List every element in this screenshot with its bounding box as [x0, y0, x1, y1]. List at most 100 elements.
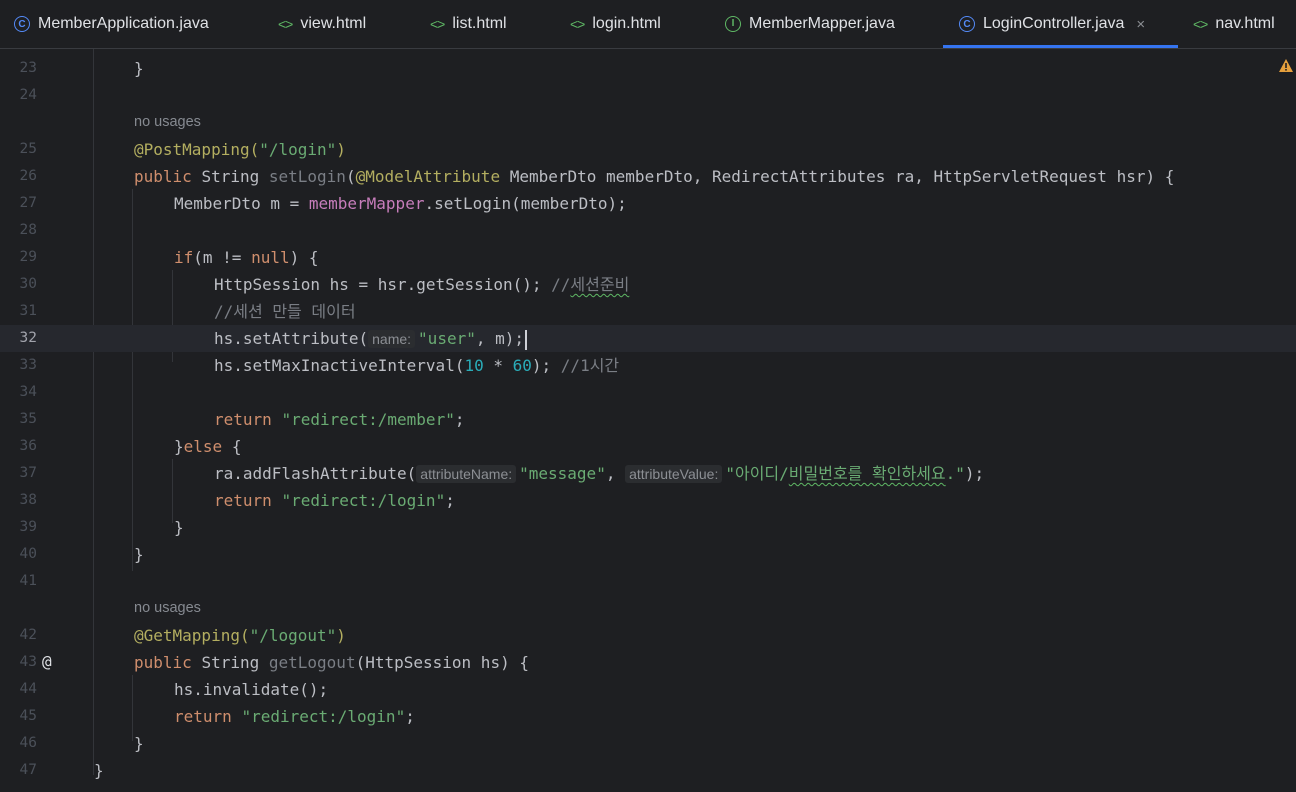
tab-label: nav.html	[1215, 15, 1275, 32]
line-number: 26	[19, 168, 37, 184]
tab-nav-html[interactable]: <> nav.html	[1193, 0, 1275, 48]
line-number: 23	[19, 60, 37, 76]
line-number: 27	[19, 195, 37, 211]
current-code-line: 32 hs.setAttribute(name: "user", m);	[0, 325, 1296, 352]
class-icon: C	[14, 16, 30, 32]
code-line: 42 @GetMapping("/logout")	[0, 622, 1296, 649]
line-number: 34	[19, 384, 37, 400]
line-number: 36	[19, 438, 37, 454]
line-number: 32	[19, 330, 37, 346]
tab-login-controller[interactable]: C LoginController.java ×	[943, 0, 1178, 48]
parameter-hint: attributeValue:	[625, 465, 723, 483]
line-number: 28	[19, 222, 37, 238]
line-number: 31	[19, 303, 37, 319]
line-text: return "redirect:/login";	[214, 491, 455, 510]
line-number: 30	[19, 276, 37, 292]
line-text: hs.setMaxInactiveInterval(10 * 60); //1시…	[214, 356, 620, 375]
line-text: }else {	[174, 437, 242, 456]
line-number: 44	[19, 681, 37, 697]
line-text: @GetMapping("/logout")	[134, 626, 346, 645]
editor-tab-bar: C MemberApplication.java <> view.html <>…	[0, 0, 1296, 49]
tab-login-html[interactable]: <> login.html	[570, 0, 661, 48]
html-icon: <>	[278, 16, 293, 32]
line-text: return "redirect:/member";	[214, 410, 465, 429]
code-line: 30 HttpSession hs = hsr.getSession(); //…	[0, 271, 1296, 298]
parameter-hint: attributeName:	[416, 465, 517, 483]
html-icon: <>	[1193, 16, 1208, 32]
usage-hint-line: no usages	[0, 109, 1296, 136]
code-line: 27 MemberDto m = memberMapper.setLogin(m…	[0, 190, 1296, 217]
line-number: 45	[19, 708, 37, 724]
usage-hint-line: no usages	[0, 595, 1296, 622]
tab-label: MemberApplication.java	[38, 15, 209, 32]
code-line: 29 if(m != null) {	[0, 244, 1296, 271]
code-line: 43 @ public String getLogout(HttpSession…	[0, 649, 1296, 676]
code-line: 45 return "redirect:/login";	[0, 703, 1296, 730]
line-text: @PostMapping("/login")	[134, 140, 346, 159]
line-number: 47	[19, 762, 37, 778]
html-icon: <>	[430, 16, 445, 32]
code-line: 47 }	[0, 757, 1296, 784]
line-number: 41	[19, 573, 37, 589]
line-text: //세션 만들 데이터	[214, 302, 356, 321]
usage-hint[interactable]: no usages	[134, 109, 201, 136]
tab-view-html[interactable]: <> view.html	[278, 0, 366, 48]
line-text: }	[134, 545, 144, 564]
close-icon[interactable]: ×	[1136, 16, 1145, 33]
line-number: 38	[19, 492, 37, 508]
interface-icon: I	[725, 16, 741, 32]
code-line: 28	[0, 217, 1296, 244]
line-text: }	[134, 59, 144, 78]
html-icon: <>	[570, 16, 585, 32]
line-number: 25	[19, 141, 37, 157]
line-number: 37	[19, 465, 37, 481]
tab-label: login.html	[592, 15, 661, 32]
tab-member-mapper[interactable]: I MemberMapper.java	[725, 0, 895, 48]
usage-hint[interactable]: no usages	[134, 595, 201, 622]
line-number: 43	[19, 654, 37, 670]
line-text: public String setLogin(@ModelAttribute M…	[134, 167, 1175, 186]
line-text: MemberDto m = memberMapper.setLogin(memb…	[174, 194, 627, 213]
text-caret	[525, 329, 528, 350]
line-number: 40	[19, 546, 37, 562]
code-line: 37 ra.addFlashAttribute(attributeName: "m…	[0, 460, 1296, 487]
line-text: }	[94, 761, 104, 780]
code-line: 39 }	[0, 514, 1296, 541]
code-line: 46 }	[0, 730, 1296, 757]
line-text: HttpSession hs = hsr.getSession(); //세션준…	[214, 275, 630, 294]
code-line: 36 }else {	[0, 433, 1296, 460]
code-line: 35 return "redirect:/member";	[0, 406, 1296, 433]
code-line: 41	[0, 568, 1296, 595]
code-line: 44 hs.invalidate();	[0, 676, 1296, 703]
line-number: 33	[19, 357, 37, 373]
tab-label: list.html	[452, 15, 507, 32]
code-line: 23 }	[0, 55, 1296, 82]
code-line: 24	[0, 82, 1296, 109]
line-text: }	[134, 734, 144, 753]
tab-label: LoginController.java	[983, 15, 1125, 32]
code-line: 33 hs.setMaxInactiveInterval(10 * 60); /…	[0, 352, 1296, 379]
line-text: public String getLogout(HttpSession hs) …	[134, 653, 529, 672]
code-line: 40 }	[0, 541, 1296, 568]
request-mapping-icon[interactable]: @	[42, 651, 52, 673]
tab-list-html[interactable]: <> list.html	[430, 0, 507, 48]
code-line: 26 public String setLogin(@ModelAttribut…	[0, 163, 1296, 190]
line-text: return "redirect:/login";	[174, 707, 415, 726]
line-text: if(m != null) {	[174, 248, 319, 267]
tab-label: MemberMapper.java	[749, 15, 895, 32]
tab-label: view.html	[300, 15, 367, 32]
code-line: 31 //세션 만들 데이터	[0, 298, 1296, 325]
line-number: 24	[19, 87, 37, 103]
line-number: 29	[19, 249, 37, 265]
line-number: 46	[19, 735, 37, 751]
line-text: hs.setAttribute(name: "user", m);	[214, 325, 528, 353]
parameter-hint: name:	[368, 330, 416, 348]
tab-member-application[interactable]: C MemberApplication.java	[14, 0, 209, 48]
line-text: ra.addFlashAttribute(attributeName: "mess…	[214, 464, 985, 483]
line-number: 39	[19, 519, 37, 535]
code-line: 38 return "redirect:/login";	[0, 487, 1296, 514]
code-editor[interactable]: 23 } 24 no usages 25 @PostMapping("/logi…	[0, 49, 1296, 792]
line-number: 35	[19, 411, 37, 427]
line-number: 42	[19, 627, 37, 643]
line-text: }	[174, 518, 184, 537]
